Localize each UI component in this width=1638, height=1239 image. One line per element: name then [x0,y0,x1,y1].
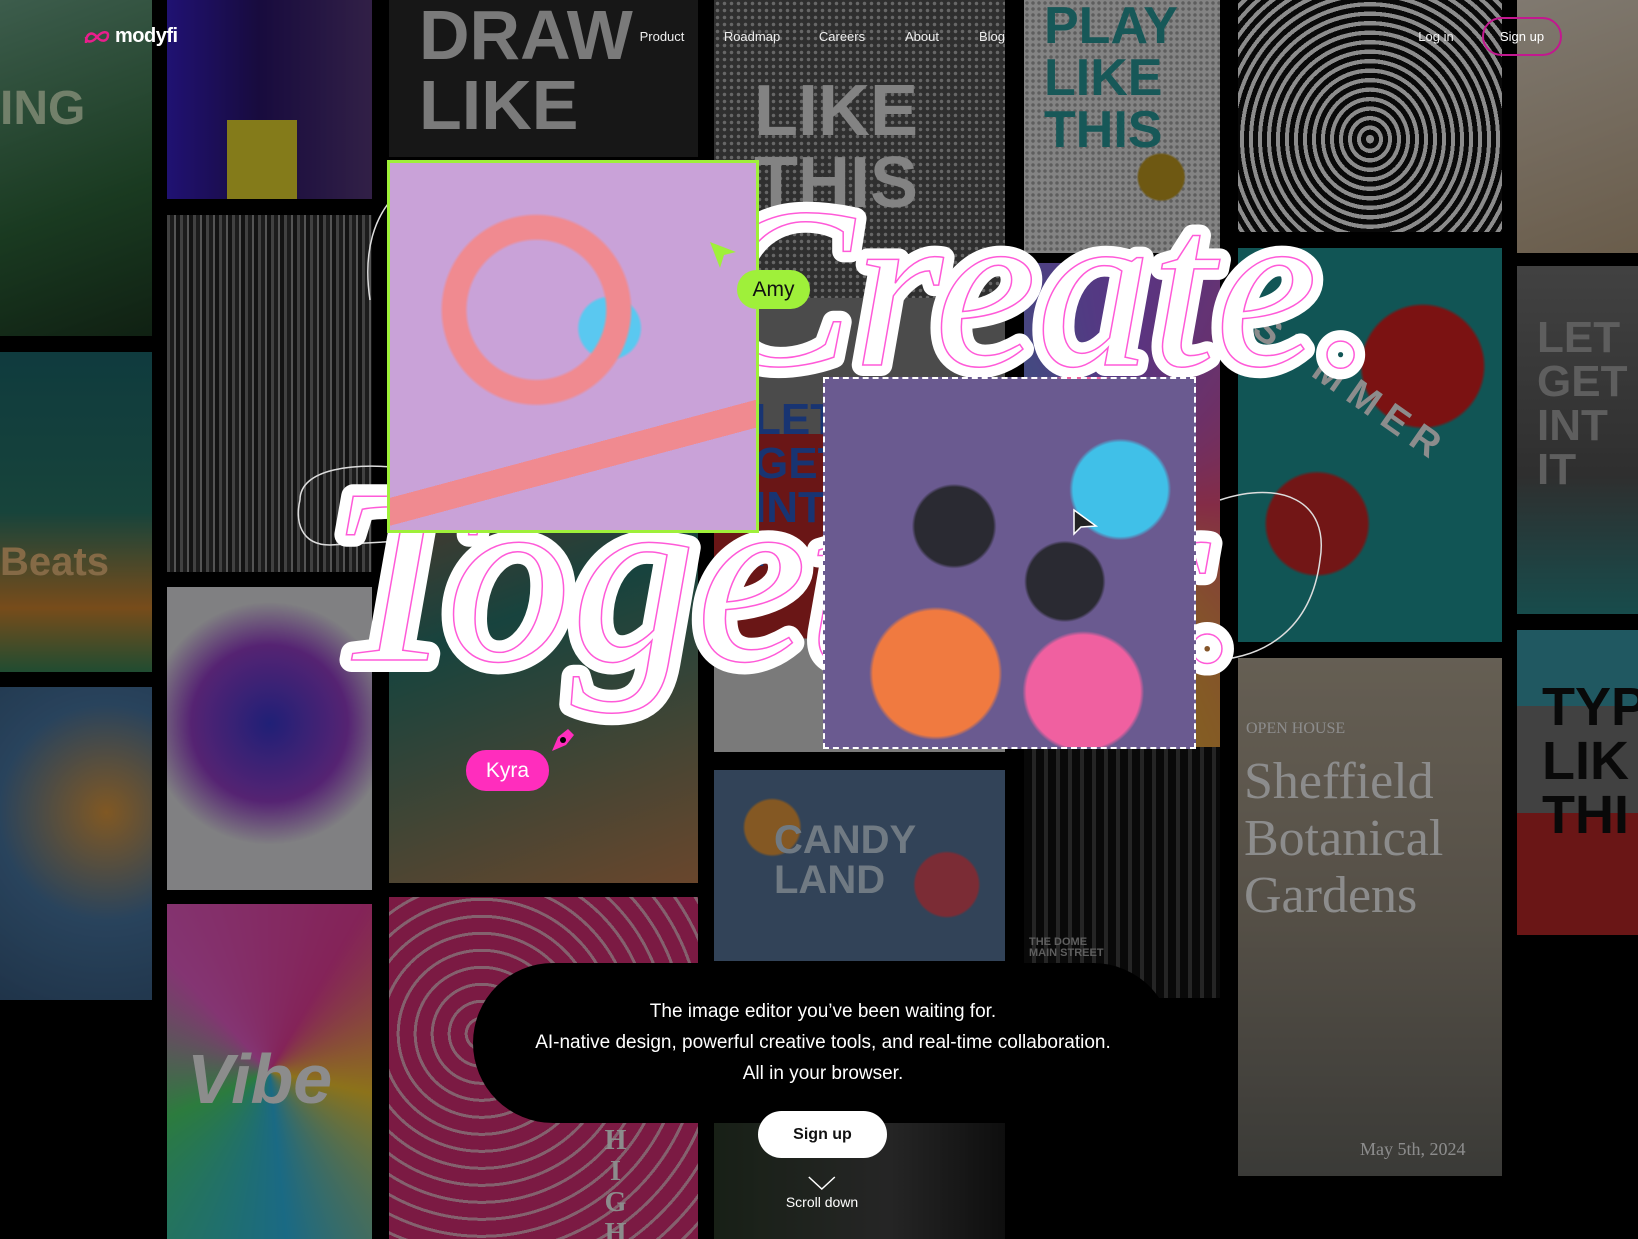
brand-logo[interactable]: modyfi [84,25,178,48]
top-nav: modyfi Product Roadmap Careers About Blo… [0,0,1638,74]
signup-button-nav[interactable]: Sign up [1482,17,1562,56]
poster-tile: Beats [0,352,152,672]
modyfi-logo-icon [84,30,110,43]
nav-roadmap[interactable]: Roadmap [724,29,780,44]
cursor-arrow-amy-icon [710,242,736,268]
poster-text: Vibe [187,1040,333,1118]
poster-tile: THE DOME MAIN STREET [1024,747,1220,998]
hero-description: The image editor you’ve been waiting for… [473,963,1173,1123]
collaborator-label-amy: Amy [737,270,810,309]
poster-tile: LET GET INT IT [1517,266,1638,614]
poster-tile [167,215,372,572]
nav-about[interactable]: About [905,29,939,44]
nav-blog[interactable]: Blog [979,29,1005,44]
selected-image-kyra[interactable] [823,377,1196,749]
poster-text: OPEN HOUSE [1246,720,1346,737]
cursor-arrow-icon [1073,508,1099,536]
poster-text: LET GET INT IT [1537,313,1628,494]
poster-tile [167,587,372,890]
chevron-down-icon [808,1176,836,1190]
poster-text: Beats [0,540,109,584]
poster-text: SUMMER [1245,306,1457,473]
collaborator-label-kyra: Kyra [466,750,549,791]
poster-tile [0,687,152,1000]
poster-text: May 5th, 2024 [1360,1139,1466,1159]
hero-line: AI-native design, powerful creative tool… [535,1032,1111,1053]
poster-text: THE DOME MAIN STREET [1029,936,1104,959]
poster-tile: OPEN HOUSE Sheffield Botanical Gardens M… [1238,658,1502,1176]
hero-line: All in your browser. [742,1063,904,1084]
poster-text: HIGH [600,1125,631,1239]
nav-product[interactable]: Product [640,29,685,44]
nav-careers[interactable]: Careers [819,29,865,44]
poster-text: CANDY LAND [774,818,917,902]
poster-tile: Vibe [167,904,372,1239]
login-link[interactable]: Log in [1418,29,1453,44]
poster-tile: TYP LIK THI [1517,630,1638,935]
brand-name: modyfi [115,25,178,47]
signup-button-hero[interactable]: Sign up [758,1111,887,1158]
selected-image-amy[interactable] [387,160,759,533]
hero-line: The image editor you’ve been waiting for… [649,1001,997,1022]
poster-text: Sheffield Botanical Gardens [1244,753,1444,925]
poster-tile: CANDY LAND [714,770,1005,961]
scroll-down-label: Scroll down [785,1194,859,1210]
scroll-down[interactable]: Scroll down [786,1176,858,1210]
hero-stage: ING Beats Vibe DRAW LIKE HIGH LIKE THIS … [0,0,1638,1239]
poster-text: ING [0,82,86,135]
pen-tool-icon [552,729,574,751]
poster-text: LIKE THIS [754,71,919,223]
poster-tile: SUMMER [1238,248,1502,642]
poster-text: TYP LIK THI [1542,677,1638,845]
